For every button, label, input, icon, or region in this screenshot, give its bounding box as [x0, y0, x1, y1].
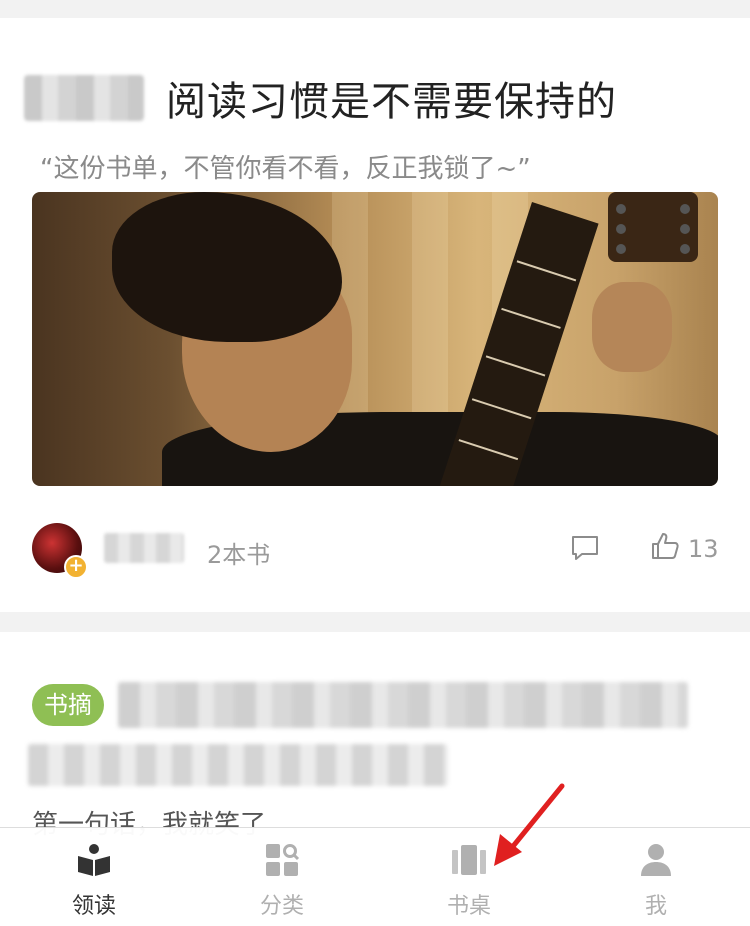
tab-label: 我 [644, 894, 667, 919]
follow-plus-icon[interactable]: + [64, 555, 88, 579]
blurred-excerpt-title-line2 [28, 744, 448, 786]
like-count: 13 [688, 535, 719, 563]
annotation-arrow-icon [494, 783, 565, 866]
tab-label: 分类 [259, 894, 304, 919]
card-title-row: 阅读习惯是不需要保持的 [24, 68, 617, 128]
tab-category[interactable]: 分类 [222, 828, 342, 926]
book-count: 2本书 [207, 541, 271, 569]
cover-image[interactable] [32, 192, 718, 486]
book-open-icon [78, 844, 110, 876]
comment-icon[interactable] [570, 533, 600, 563]
card-meta-row: + 2本书 13 [32, 523, 719, 579]
blurred-username [104, 533, 184, 563]
category-grid-icon [266, 844, 300, 876]
tab-me[interactable]: 我 [596, 828, 716, 926]
booklist-card[interactable]: 阅读习惯是不需要保持的 “这份书单，不管你看不看，反正我锁了~” + 2本书 1… [0, 18, 750, 612]
profile-icon [641, 844, 671, 876]
bookshelf-icon [452, 845, 486, 875]
app-screen: 阅读习惯是不需要保持的 “这份书单，不管你看不看，反正我锁了~” + 2本书 1… [0, 0, 750, 926]
card-subtitle: “这份书单，不管你看不看，反正我锁了~” [40, 154, 531, 184]
tab-lingdu[interactable]: 领读 [34, 828, 154, 926]
blurred-author-name [24, 75, 144, 121]
thumbs-up-icon[interactable] [650, 531, 680, 561]
excerpt-tag: 书摘 [32, 684, 104, 726]
card-title[interactable]: 阅读习惯是不需要保持的 [166, 69, 617, 127]
bottom-tab-bar: 领读 分类 书桌 我 [0, 827, 750, 926]
tab-label: 书桌 [446, 894, 491, 919]
tab-label: 领读 [71, 894, 116, 919]
blurred-excerpt-title-line1 [118, 682, 688, 728]
